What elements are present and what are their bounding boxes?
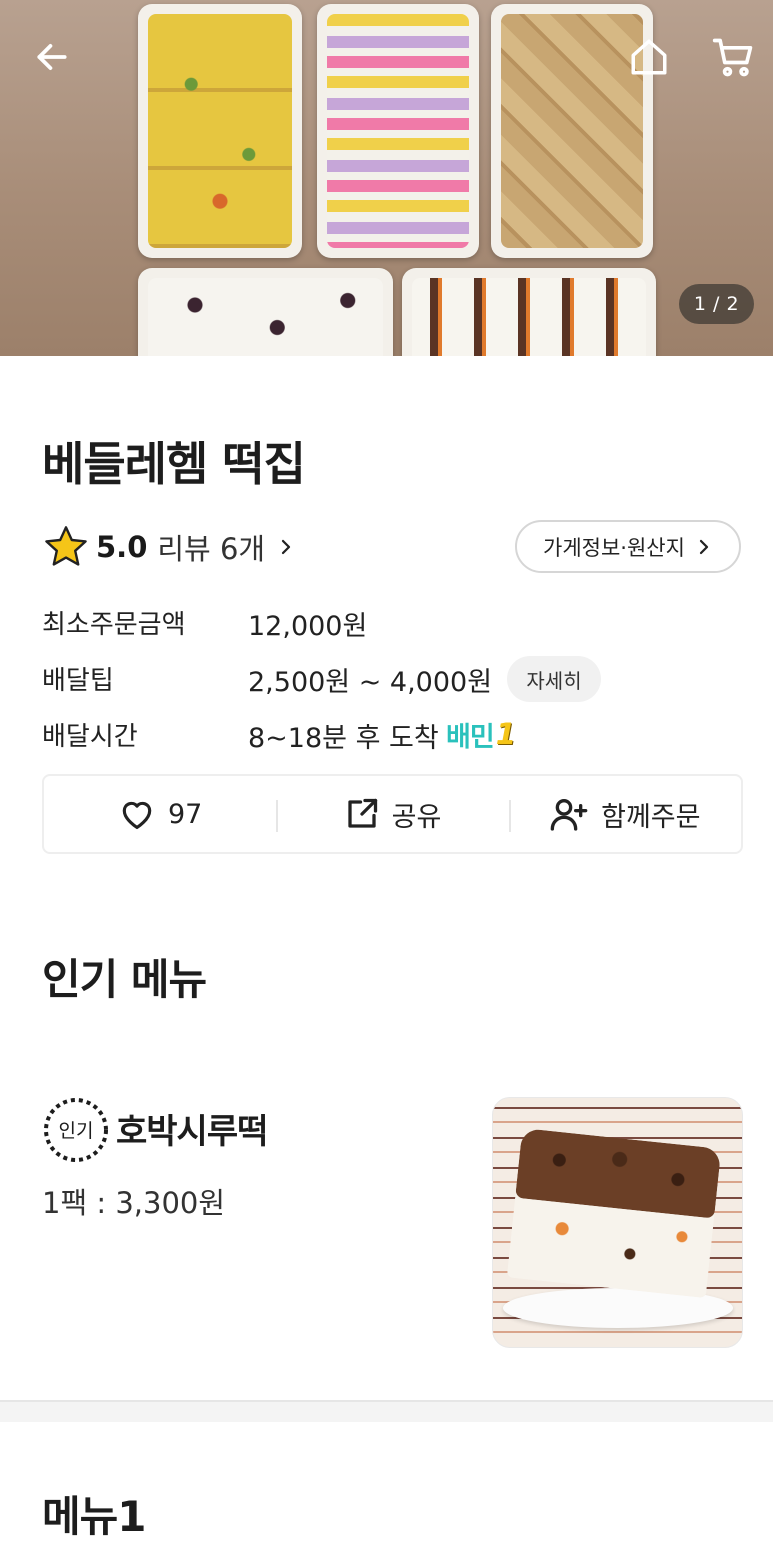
review-count: 리뷰 6개 <box>157 532 266 566</box>
store-info-origin-button[interactable]: 가게정보·원산지 <box>515 520 741 573</box>
baemin-logo-text: 배민 <box>446 721 495 753</box>
baemin-one-mark: 1 <box>495 717 516 751</box>
delivery-tip-label: 배달팁 <box>42 666 114 696</box>
group-order-button[interactable]: 함께주문 <box>508 776 741 852</box>
hero-image[interactable]: 1 / 2 <box>0 0 773 356</box>
image-page-indicator: 1 / 2 <box>679 284 754 324</box>
cart-button[interactable] <box>705 29 761 85</box>
store-info-label: 가게정보·원산지 <box>543 535 685 560</box>
store-action-bar: 97 공유 함께주문 <box>42 774 743 854</box>
section-divider <box>0 1400 773 1422</box>
popular-badge-icon: 인기 <box>44 1098 108 1162</box>
add-person-icon <box>550 799 588 831</box>
delivery-tip-detail-button[interactable]: 자세히 <box>507 656 601 702</box>
chevron-right-icon <box>281 539 291 555</box>
rating-review-link[interactable]: 5.0 리뷰 6개 <box>42 522 295 572</box>
share-button[interactable]: 공유 <box>276 776 508 852</box>
share-icon <box>347 798 377 828</box>
popular-badge-text: 인기 <box>59 1120 94 1142</box>
rice-cake-tray-5 <box>402 268 656 356</box>
group-order-label: 함께주문 <box>601 801 701 833</box>
share-label: 공유 <box>391 801 442 833</box>
delivery-tip-value: 2,500원 ~ 4,000원 <box>248 667 493 698</box>
store-name: 베들레헴 떡집 <box>42 437 306 491</box>
min-order-value: 12,000원 <box>248 611 368 642</box>
menu-item-name: 호박시루떡 <box>116 1112 268 1152</box>
menu1-section-title: 메뉴1 <box>42 1492 147 1541</box>
popular-menu-title: 인기 메뉴 <box>42 955 207 1004</box>
cart-icon <box>712 38 753 77</box>
like-count: 97 <box>167 798 203 830</box>
back-button[interactable] <box>24 29 80 85</box>
menu-item-price: 1팩 : 3,300원 <box>42 1186 226 1220</box>
menu-item-photo <box>492 1097 743 1348</box>
home-icon <box>631 39 667 75</box>
rice-cake-tray-4 <box>138 268 393 356</box>
rating-score: 5.0 <box>96 530 148 564</box>
home-button[interactable] <box>621 29 677 85</box>
menu-item[interactable]: 인기 호박시루떡 1팩 : 3,300원 <box>0 1080 773 1370</box>
rice-cake-tray-1 <box>138 4 302 258</box>
arrow-left-icon <box>37 44 67 70</box>
min-order-label: 최소주문금액 <box>42 610 186 640</box>
delivery-time-value: 8~18분 후 도착 <box>248 723 439 754</box>
star-icon <box>45 526 87 566</box>
like-button[interactable]: 97 <box>44 776 276 852</box>
delivery-time-label: 배달시간 <box>42 722 138 752</box>
baemin1-badge: 배민 1 <box>446 716 516 753</box>
heart-icon <box>122 801 152 830</box>
rice-cake-tray-2 <box>317 4 479 258</box>
chevron-right-icon <box>699 539 709 554</box>
